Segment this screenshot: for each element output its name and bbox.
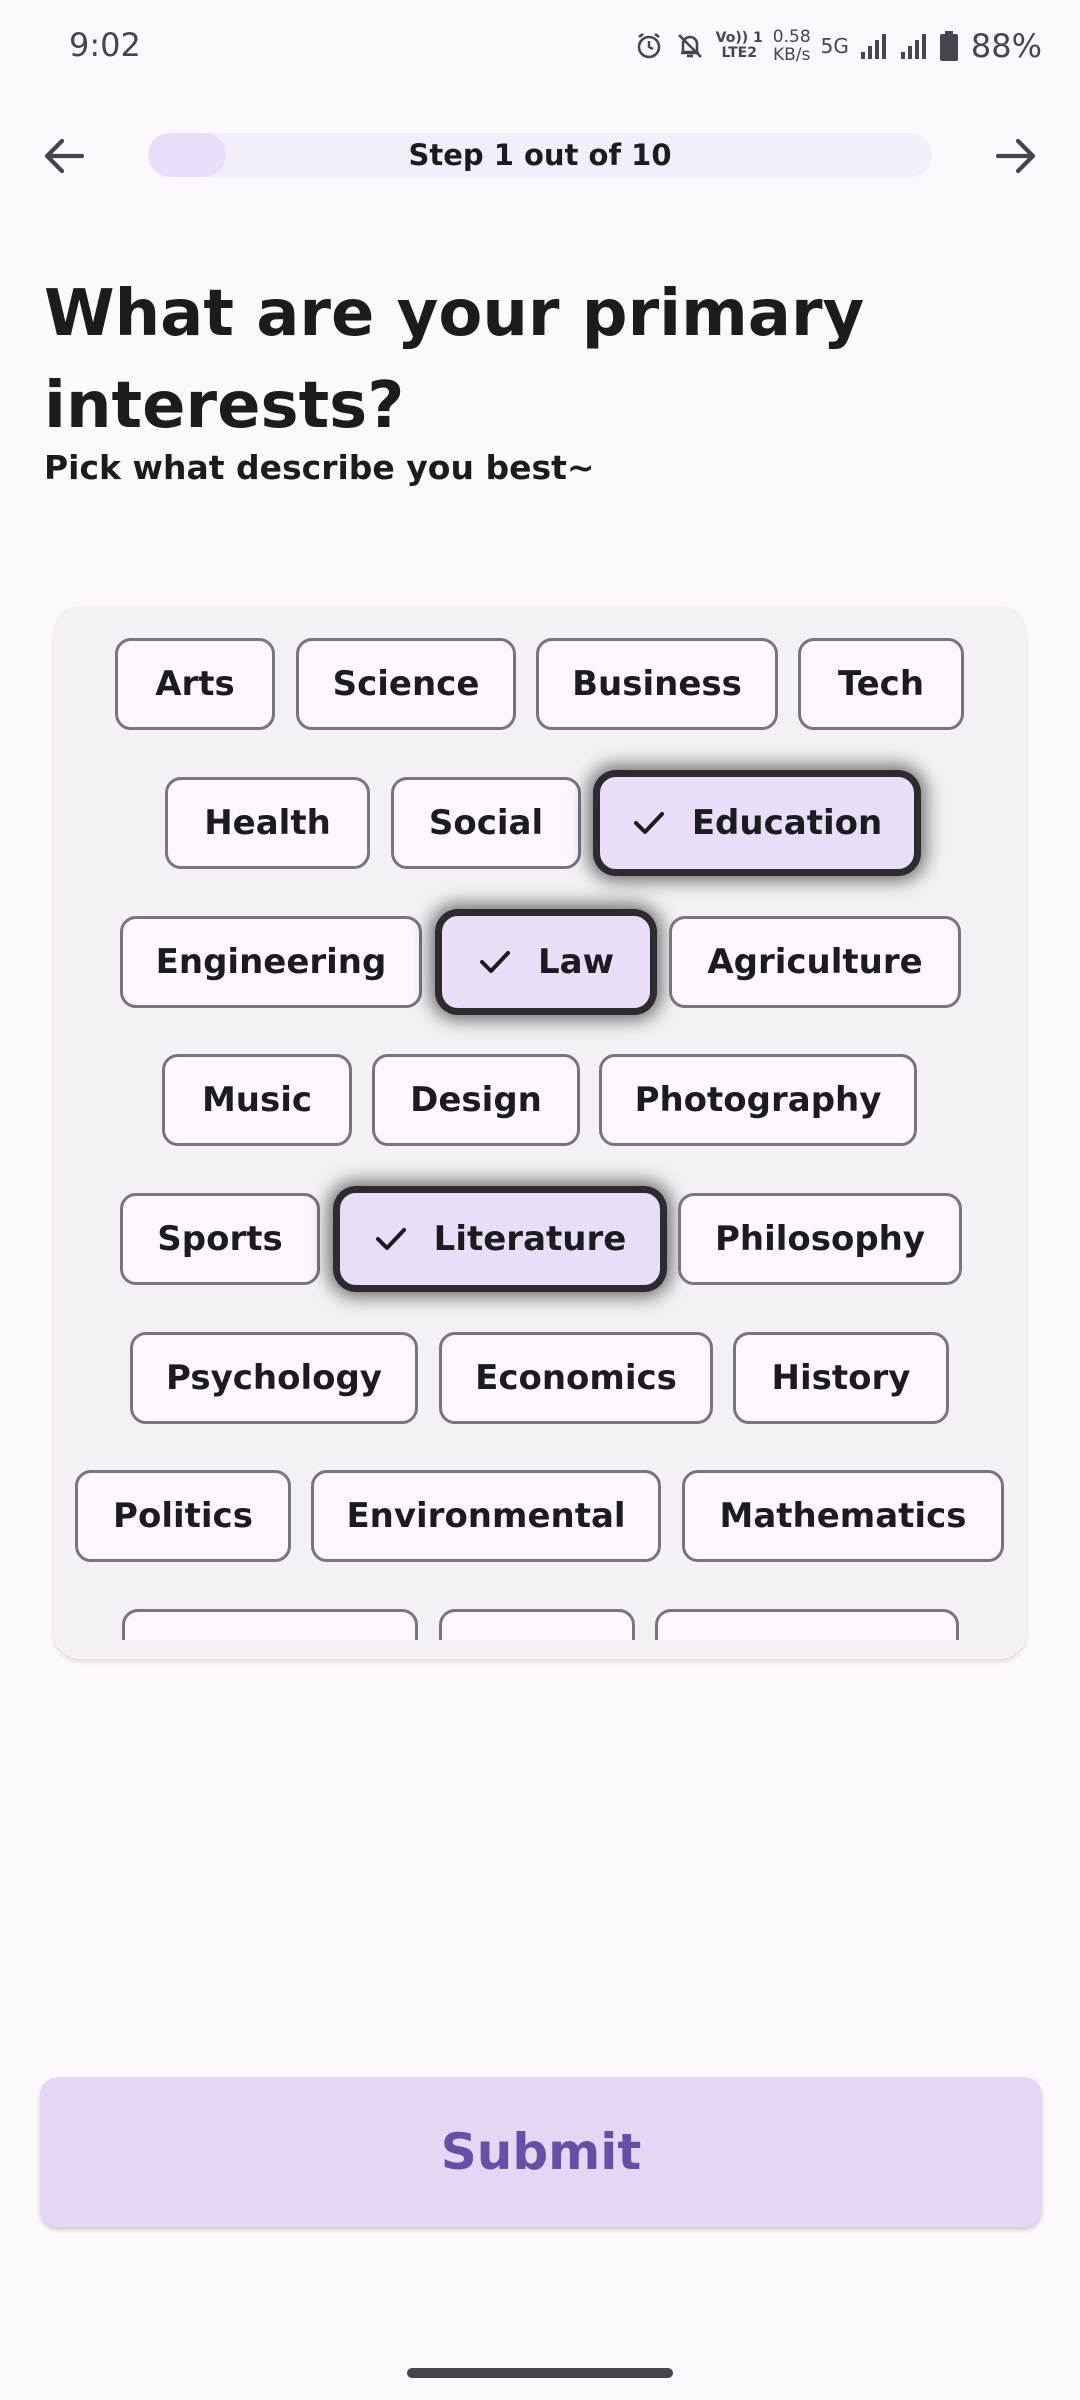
alarm-icon — [634, 31, 664, 61]
chip-science[interactable]: Science — [296, 638, 516, 730]
chip-music[interactable]: Music — [162, 1054, 352, 1146]
chip-agriculture[interactable]: Agriculture — [669, 916, 961, 1008]
chip-business[interactable]: Business — [536, 638, 778, 730]
page-subtitle: Pick what describe you best~ — [44, 448, 595, 487]
chip-label: Engineering — [155, 942, 387, 982]
check-icon — [633, 812, 664, 834]
chip-psychology[interactable]: Psychology — [130, 1332, 418, 1424]
chip-politics[interactable]: Politics — [75, 1470, 291, 1562]
mute-bell-icon — [674, 30, 706, 62]
arrow-right-icon — [995, 138, 1036, 174]
progress-label: Step 1 out of 10 — [408, 138, 672, 172]
back-button[interactable] — [28, 120, 100, 192]
battery-icon — [939, 30, 959, 62]
chip-partial-2[interactable] — [439, 1609, 635, 1640]
chip-design[interactable]: Design — [372, 1054, 580, 1146]
chip-label: Health — [204, 803, 331, 843]
page-title: What are your primary interests? — [44, 277, 865, 443]
network-speed-unit: KB/s — [773, 45, 811, 65]
volte-indicator: Vo)) 1 LTE2 — [716, 31, 763, 61]
chip-label: Environmental — [346, 1496, 626, 1536]
chip-tech[interactable]: Tech — [798, 638, 964, 730]
chip-social[interactable]: Social — [391, 777, 581, 869]
chip-literature[interactable]: Literature — [340, 1193, 660, 1285]
chip-history[interactable]: History — [733, 1332, 949, 1424]
submit-button[interactable]: Submit — [40, 2077, 1042, 2227]
chip-arts[interactable]: Arts — [115, 638, 275, 730]
home-indicator[interactable] — [407, 2368, 673, 2378]
status-icons: Vo)) 1 LTE2 0.58 KB/s 5G 88% — [634, 22, 1042, 70]
chip-label: Sports — [157, 1219, 283, 1259]
interest-chip-group: Arts Science Business Tech Health Social… — [54, 606, 1026, 1659]
chip-environmental[interactable]: Environmental — [311, 1470, 661, 1562]
chip-label: Economics — [475, 1358, 677, 1398]
chip-label: Politics — [113, 1496, 253, 1536]
network-type: 5G — [820, 34, 849, 58]
chip-label: Philosophy — [714, 1219, 926, 1259]
chip-partial-1[interactable] — [122, 1609, 418, 1640]
chip-label: Science — [332, 664, 480, 704]
chip-label: Education — [691, 803, 883, 843]
chip-partial-3[interactable] — [655, 1609, 959, 1640]
chip-photography[interactable]: Photography — [599, 1054, 917, 1146]
interest-chip-scroll-area[interactable]: Arts Science Business Tech Health Social… — [54, 606, 1026, 1640]
network-speed-value: 0.58 — [772, 27, 811, 47]
chip-label: Psychology — [166, 1358, 382, 1398]
chip-philosophy[interactable]: Philosophy — [678, 1193, 962, 1285]
chip-mathematics[interactable]: Mathematics — [682, 1470, 1004, 1562]
chip-engineering[interactable]: Engineering — [120, 916, 422, 1008]
chip-label: Design — [410, 1080, 542, 1120]
volte-bottom: LTE2 — [721, 45, 757, 61]
chip-label: Music — [201, 1080, 313, 1120]
status-time: 9:02 — [69, 26, 141, 64]
chip-education[interactable]: Education — [600, 777, 914, 869]
step-progress-bar: Step 1 out of 10 — [148, 133, 932, 177]
status-bar: 9:02 Vo)) 1 LTE2 0.58 KB/s 5G 88% — [0, 0, 1080, 92]
chip-label: Social — [428, 803, 544, 843]
signal-icon-2 — [899, 32, 929, 60]
battery-percent: 88% — [970, 27, 1042, 65]
chip-label: Agriculture — [707, 942, 923, 982]
chip-label: History — [771, 1358, 911, 1398]
network-speed: 0.58 KB/s — [773, 28, 811, 64]
chip-health[interactable]: Health — [165, 777, 370, 869]
chip-label: Business — [572, 664, 742, 704]
chip-law[interactable]: Law — [442, 916, 650, 1008]
chip-label: Law — [537, 942, 615, 982]
volte-top: Vo)) 1 — [715, 30, 763, 46]
chip-sports[interactable]: Sports — [120, 1193, 320, 1285]
chip-label: Mathematics — [719, 1496, 967, 1536]
chip-label: Arts — [155, 664, 235, 704]
signal-icon — [859, 32, 889, 60]
chip-label: Photography — [634, 1080, 882, 1120]
arrow-left-icon — [44, 138, 85, 174]
chip-label: Literature — [433, 1219, 627, 1259]
forward-button[interactable] — [980, 120, 1052, 192]
check-icon — [375, 1228, 406, 1250]
check-icon — [479, 951, 510, 973]
chip-label: Tech — [837, 664, 925, 704]
chip-economics[interactable]: Economics — [439, 1332, 713, 1424]
